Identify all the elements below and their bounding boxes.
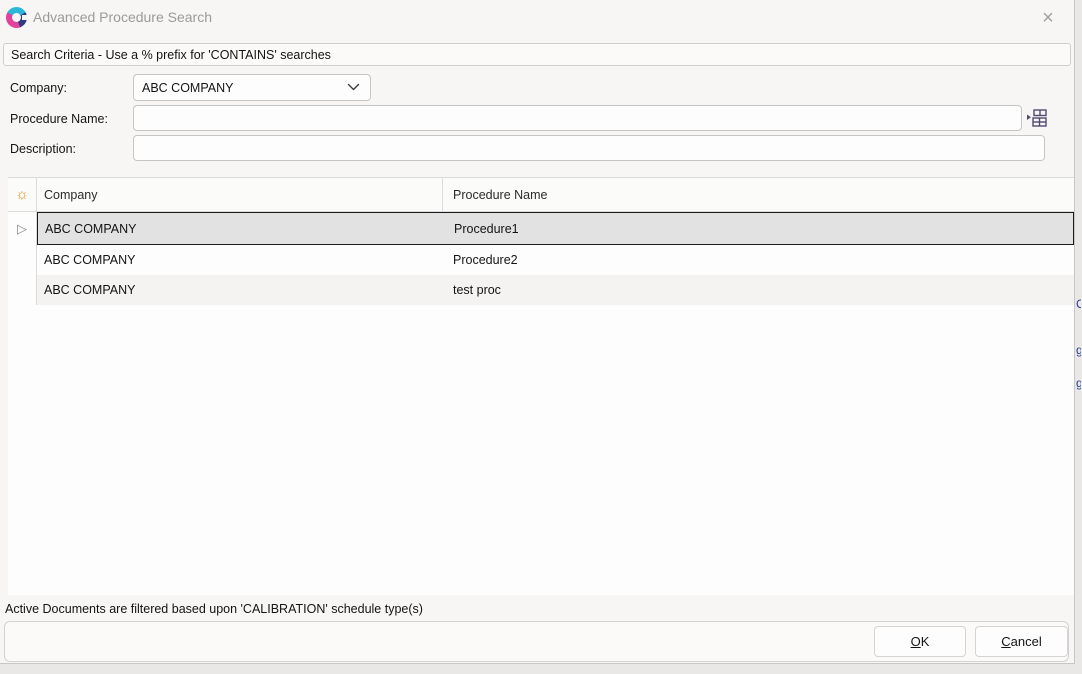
screen: Advanced Procedure Search × Search Crite… <box>0 0 1082 674</box>
company-dropdown-value: ABC COMPANY <box>142 81 233 95</box>
table-row[interactable]: ABC COMPANY test proc <box>8 275 1074 305</box>
sun-icon: ☼ <box>15 187 29 202</box>
status-text: Active Documents are filtered based upon… <box>5 602 423 616</box>
edge-text-fragment: g <box>1076 343 1081 357</box>
table-row[interactable]: ABC COMPANY Procedure2 <box>8 245 1074 275</box>
ok-button[interactable]: OK <box>874 626 966 657</box>
results-grid: ☼ Company Procedure Name ▷ ABC COMPANY P… <box>8 177 1074 595</box>
cancel-button[interactable]: Cancel <box>975 626 1068 657</box>
cell-procedure-name: test proc <box>443 275 1074 305</box>
row-indicator <box>8 245 37 275</box>
description-label: Description: <box>10 142 76 156</box>
background-window-edge: C g g <box>1076 0 1082 674</box>
edge-text-fragment: C <box>1076 297 1081 311</box>
company-label: Company: <box>10 81 67 95</box>
row-indicator-arrow-icon: ▷ <box>8 212 37 245</box>
dialog-title: Advanced Procedure Search <box>33 9 212 25</box>
company-dropdown[interactable]: ABC COMPANY <box>133 74 371 101</box>
cell-company: ABC COMPANY <box>38 213 444 244</box>
procedure-name-label: Procedure Name: <box>10 112 108 126</box>
cell-procedure-name: Procedure1 <box>444 213 1073 244</box>
column-header-procedure-name[interactable]: Procedure Name <box>443 178 1074 211</box>
grid-header-row: ☼ Company Procedure Name <box>8 178 1074 212</box>
description-input[interactable] <box>133 135 1045 161</box>
edge-text-fragment: g <box>1076 376 1081 390</box>
table-row[interactable]: ▷ ABC COMPANY Procedure1 <box>8 212 1074 245</box>
lookup-grid-icon[interactable] <box>1025 107 1048 129</box>
app-logo-icon <box>6 7 27 28</box>
cell-company: ABC COMPANY <box>37 245 443 275</box>
cell-procedure-name: Procedure2 <box>443 245 1074 275</box>
row-indicator <box>8 275 37 305</box>
chevron-down-icon <box>347 83 360 92</box>
grid-corner-cell: ☼ <box>8 178 37 211</box>
procedure-name-input[interactable] <box>133 105 1022 131</box>
cell-company: ABC COMPANY <box>37 275 443 305</box>
column-header-company[interactable]: Company <box>37 178 443 211</box>
title-bar: Advanced Procedure Search × <box>0 0 1074 36</box>
search-criteria-header: Search Criteria - Use a % prefix for 'CO… <box>3 43 1071 66</box>
advanced-procedure-search-dialog: Advanced Procedure Search × Search Crite… <box>0 0 1075 664</box>
close-icon[interactable]: × <box>1033 3 1063 33</box>
